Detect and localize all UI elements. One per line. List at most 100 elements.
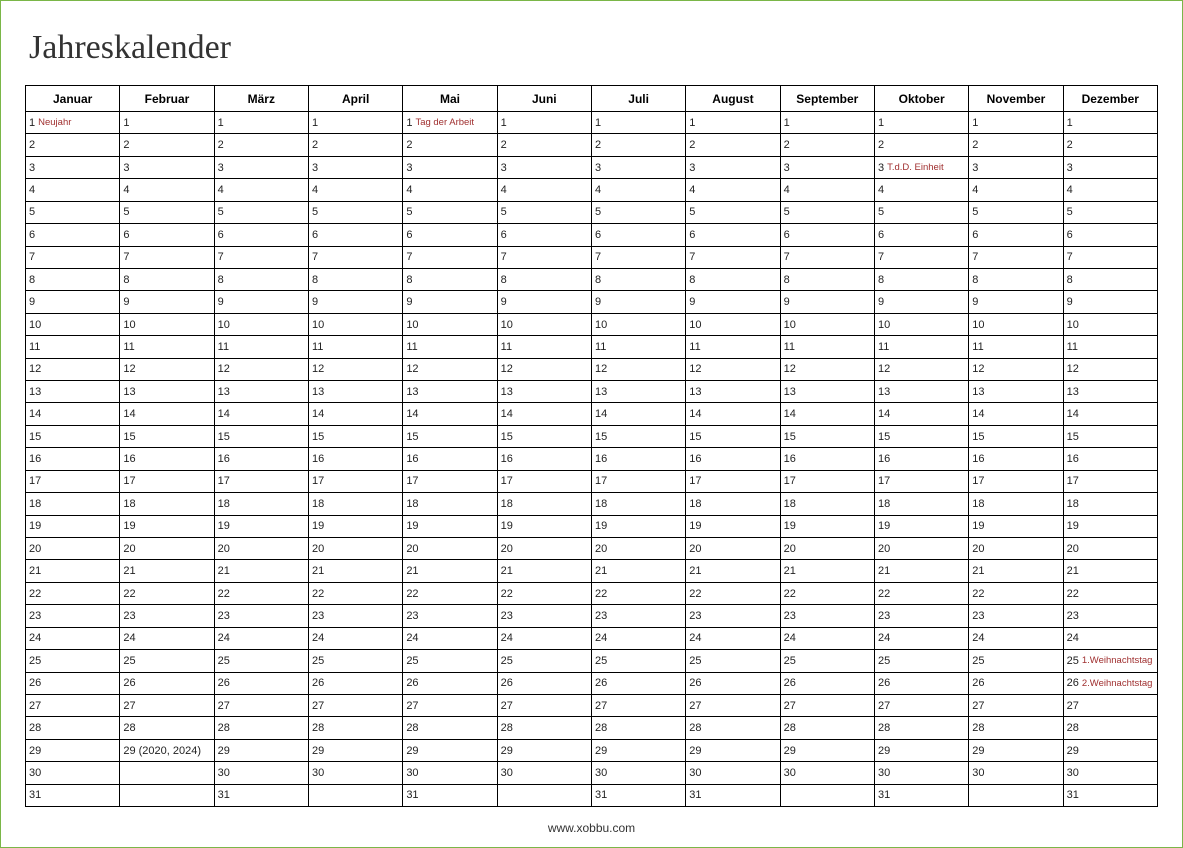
day-number: 5 [123,206,129,218]
day-cell: 21 [969,560,1062,582]
day-cell: 25 [498,650,591,672]
day-number: 23 [29,610,41,622]
day-cell: 17 [26,471,119,493]
day-number: 19 [972,520,984,532]
day-number: 20 [501,543,513,555]
day-number: 3 [218,162,224,174]
day-cell [781,785,874,806]
day-number: 18 [501,498,513,510]
day-number: 20 [689,543,701,555]
month-header: Mai [403,86,496,112]
day-number: 11 [689,341,700,353]
day-cell: 8 [686,269,779,291]
month-header: Oktober [875,86,968,112]
day-cell: 24 [1064,628,1157,650]
day-number: 4 [123,184,129,196]
day-cell: 26 [686,673,779,695]
day-cell: 27 [498,695,591,717]
day-cell: 20 [875,538,968,560]
day-number: 8 [784,274,790,286]
day-cell: 1 [969,112,1062,134]
day-number: 23 [972,610,984,622]
day-cell: 29 [215,740,308,762]
day-number: 31 [218,789,230,801]
day-number: 8 [689,274,695,286]
day-number: 23 [689,610,701,622]
day-cell: 14 [875,403,968,425]
day-number: 25 [972,655,984,667]
day-number: 18 [972,498,984,510]
holiday-note: Tag der Arbeit [415,117,474,128]
day-number: 12 [972,363,984,375]
day-cell: 23 [875,605,968,627]
day-number: 11 [595,341,606,353]
day-cell: 29 [26,740,119,762]
day-cell: 9 [403,291,496,313]
day-cell: 8 [1064,269,1157,291]
day-number: 24 [878,632,890,644]
day-number: 23 [123,610,135,622]
day-cell: 6 [1064,224,1157,246]
day-number: 24 [784,632,796,644]
day-cell: 26 [875,673,968,695]
day-number: 1 [406,117,412,129]
day-number: 20 [1067,543,1079,555]
day-number: 5 [312,206,318,218]
day-number: 28 [1067,722,1079,734]
day-number: 26 [123,677,135,689]
day-cell: 6 [969,224,1062,246]
day-number: 21 [123,565,135,577]
day-number: 30 [501,767,513,779]
day-cell: 1 [215,112,308,134]
day-number: 10 [878,319,890,331]
day-number: 25 [878,655,890,667]
day-cell: 6 [686,224,779,246]
day-cell: 18 [403,493,496,515]
day-cell: 24 [592,628,685,650]
day-number: 10 [689,319,701,331]
day-number: 15 [1067,431,1079,443]
day-cell: 1 [309,112,402,134]
day-cell: 23 [592,605,685,627]
day-cell: 17 [875,471,968,493]
day-cell: 8 [781,269,874,291]
day-number: 8 [501,274,507,286]
day-number: 4 [29,184,35,196]
day-number: 9 [29,296,35,308]
day-number: 24 [972,632,984,644]
month-column: Oktober123T.d.D. Einheit4567891011121314… [875,86,969,806]
day-cell: 18 [875,493,968,515]
day-cell: 5 [875,202,968,224]
day-cell: 23 [781,605,874,627]
month-column: März123456789101112131415161718192021222… [215,86,309,806]
day-cell: 17 [969,471,1062,493]
day-cell: 15 [1064,426,1157,448]
day-number: 10 [406,319,418,331]
day-cell: 14 [403,403,496,425]
day-extra: 29 (2020, 2024) [123,745,201,757]
day-cell: 22 [120,583,213,605]
day-cell: 12 [875,359,968,381]
day-cell: 8 [120,269,213,291]
day-cell: 8 [403,269,496,291]
day-number: 20 [312,543,324,555]
day-number: 8 [406,274,412,286]
day-cell: 21 [1064,560,1157,582]
day-cell: 23 [403,605,496,627]
day-cell: 24 [120,628,213,650]
day-cell: 9 [498,291,591,313]
day-number: 7 [218,251,224,263]
day-cell: 8 [498,269,591,291]
day-number: 21 [689,565,701,577]
day-cell: 27 [309,695,402,717]
day-cell: 5 [215,202,308,224]
day-cell: 30 [498,762,591,784]
day-number: 15 [878,431,890,443]
day-cell: 8 [969,269,1062,291]
day-number: 5 [29,206,35,218]
day-cell: 16 [215,448,308,470]
day-cell: 30 [592,762,685,784]
day-number: 4 [784,184,790,196]
footer-url: www.xobbu.com [25,807,1158,835]
day-number: 22 [1067,588,1079,600]
